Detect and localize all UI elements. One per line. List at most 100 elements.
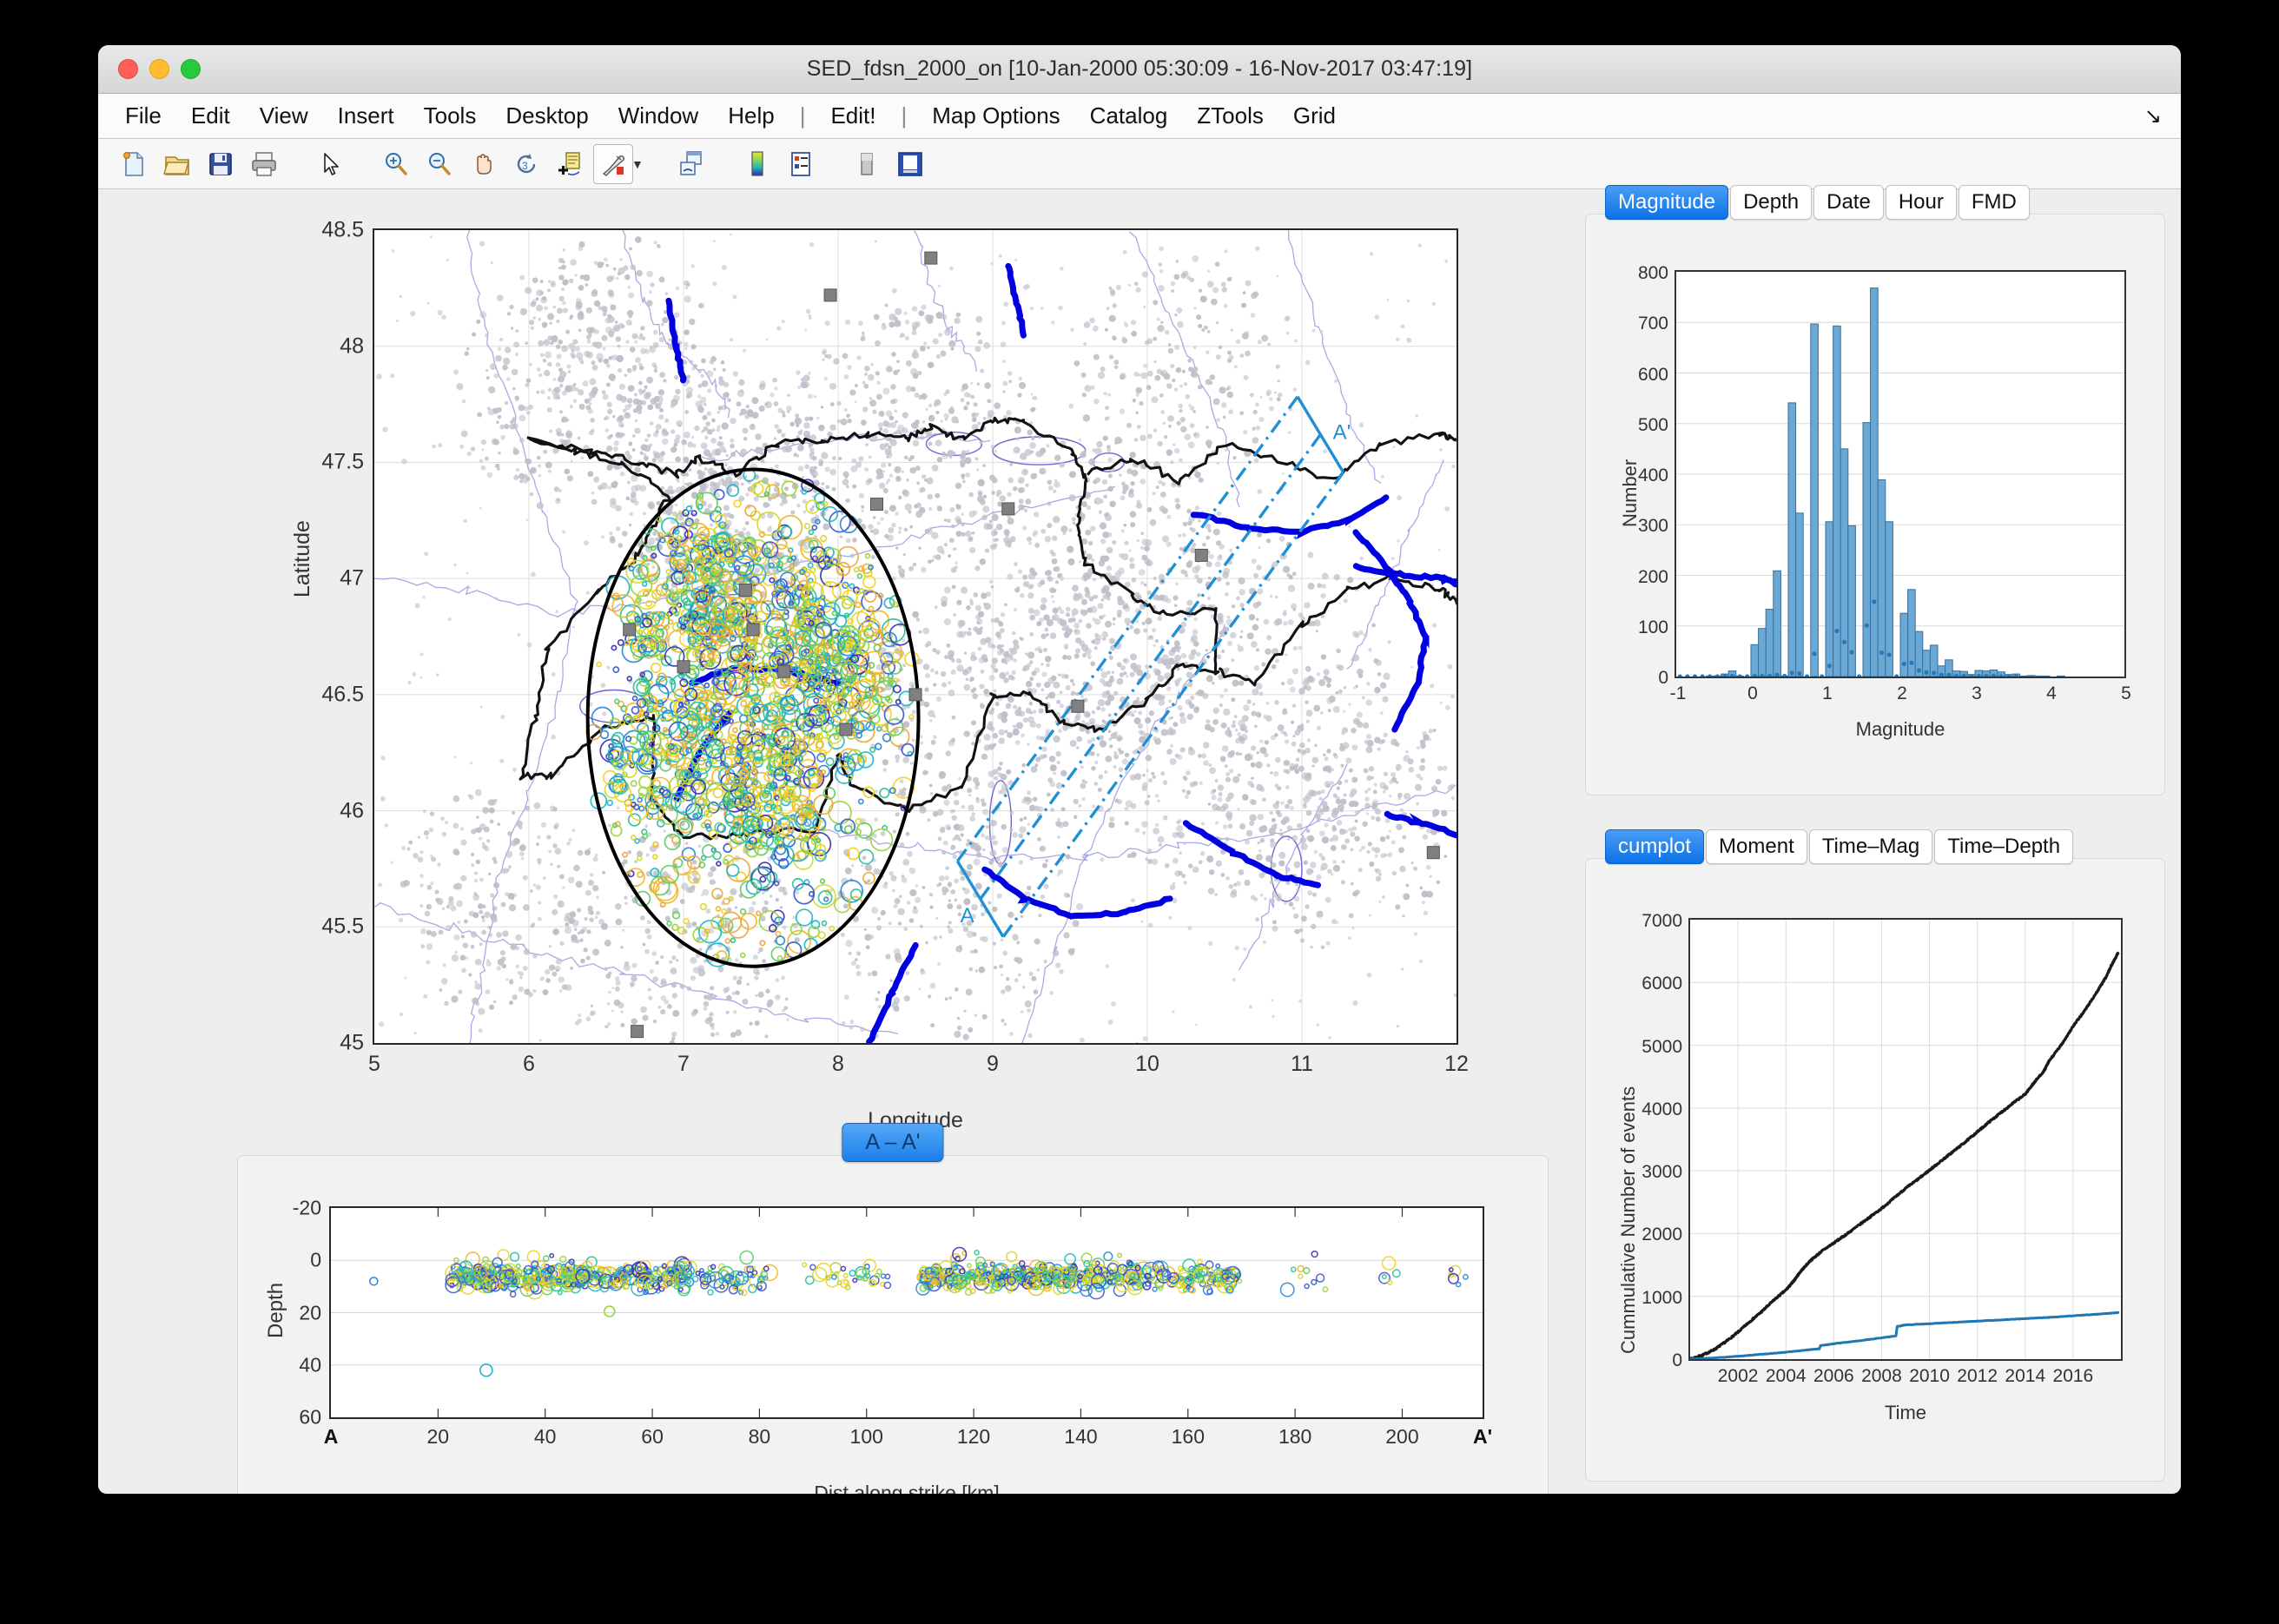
map-axes[interactable]: 48.5 48 47.5 47 46.5 46 45.5 45 5 6 7 8 …	[373, 228, 1458, 1045]
tab-date[interactable]: Date	[1813, 185, 1884, 220]
tab-hour[interactable]: Hour	[1886, 185, 1957, 220]
histogram-bars	[1706, 288, 2064, 677]
histogram-x-axis-label: Magnitude	[1675, 718, 2126, 741]
xsec-xtick-120: 120	[957, 1425, 990, 1449]
pointer-arrow-icon[interactable]	[310, 144, 350, 184]
map-xtick-9: 9	[987, 1052, 999, 1077]
map-ytick-47: 47	[340, 566, 364, 591]
xsec-xtick-aprime: A'	[1473, 1425, 1492, 1449]
cross-section-y-axis-label: Depth	[264, 1283, 288, 1338]
hide-plot-tools-icon[interactable]	[847, 144, 887, 184]
print-figure-icon[interactable]	[244, 144, 284, 184]
menu-map-options[interactable]: Map Options	[917, 101, 1074, 131]
tab-time-mag[interactable]: Time–Mag	[1809, 829, 1932, 864]
histogram-xtick-1: 1	[1822, 683, 1833, 704]
tab-magnitude[interactable]: Magnitude	[1605, 185, 1728, 220]
tab-cumplot[interactable]: cumplot	[1605, 829, 1704, 864]
histogram-tab-row: Magnitude Depth Date Hour FMD	[1605, 185, 2030, 220]
tab-fmd[interactable]: FMD	[1959, 185, 2030, 220]
histogram-xtick-2: 2	[1897, 683, 1907, 704]
magnitude-histogram-axes[interactable]: 0100200300400500600700800 -1012345	[1675, 270, 2126, 678]
menu-help[interactable]: Help	[713, 101, 789, 131]
cumulative-ytick-6000: 6000	[1642, 974, 1682, 994]
cumulative-xtick-2016: 2016	[2053, 1366, 2094, 1387]
rotate-3d-icon[interactable]: 3	[506, 144, 546, 184]
map-ytick-46-5: 46.5	[321, 682, 364, 707]
zoom-out-icon[interactable]	[419, 144, 459, 184]
application-window: SED_fdsn_2000_on [10-Jan-2000 05:30:09 -…	[98, 45, 2181, 1494]
brush-dropdown-caret-icon[interactable]: ▼	[631, 157, 644, 171]
menu-window[interactable]: Window	[604, 101, 713, 131]
cumulative-ytick-3000: 3000	[1642, 1162, 1682, 1183]
xsec-xtick-160: 160	[1172, 1425, 1205, 1449]
map-ytick-45: 45	[340, 1031, 364, 1056]
svg-text:3: 3	[522, 160, 528, 172]
menu-view[interactable]: View	[245, 101, 323, 131]
histogram-panel: Magnitude Depth Date Hour FMD Number Mag…	[1585, 214, 2165, 795]
xsec-ytick-60: 60	[299, 1406, 321, 1429]
histogram-xtick-3: 3	[1972, 683, 1982, 704]
data-cursor-icon[interactable]	[550, 144, 590, 184]
xsec-xtick-200: 200	[1385, 1425, 1418, 1449]
map-ytick-48: 48	[340, 333, 364, 359]
cross-section-axes[interactable]: -20 0 20 40 60 A 20 40 60 80 100 120 140…	[329, 1206, 1484, 1419]
cumulative-ytick-1000: 1000	[1642, 1288, 1682, 1309]
country-borders-layer	[520, 418, 1457, 839]
histogram-ytick-800: 800	[1638, 263, 1668, 284]
map-ytick-45-5: 45.5	[321, 914, 364, 940]
cumulative-panel: cumplot Moment Time–Mag Time–Depth Cummu…	[1585, 858, 2165, 1482]
menu-tools[interactable]: Tools	[409, 101, 492, 131]
brush-data-icon[interactable]	[593, 144, 633, 184]
menu-file[interactable]: File	[110, 101, 176, 131]
insert-legend-icon[interactable]	[781, 144, 821, 184]
menu-catalog[interactable]: Catalog	[1075, 101, 1183, 131]
tab-moment[interactable]: Moment	[1706, 829, 1807, 864]
menu-desktop[interactable]: Desktop	[491, 101, 603, 131]
colorbar-icon[interactable]	[737, 144, 777, 184]
histogram-ytick-500: 500	[1638, 415, 1668, 436]
menu-grid[interactable]: Grid	[1278, 101, 1351, 131]
cross-section-panel: A – A' Depth Dist along strike [km] -20 …	[237, 1155, 1549, 1494]
tab-time-depth[interactable]: Time–Depth	[1934, 829, 2073, 864]
tab-depth[interactable]: Depth	[1730, 185, 1812, 220]
menu-overflow-arrow-icon[interactable]: ↘	[2144, 103, 2162, 129]
show-plot-tools-icon[interactable]	[890, 144, 930, 184]
pan-hand-icon[interactable]	[463, 144, 503, 184]
xsec-ytick-0: 0	[310, 1249, 321, 1272]
cumulative-ytick-4000: 4000	[1642, 1099, 1682, 1120]
xsec-xtick-80: 80	[749, 1425, 771, 1449]
histogram-ytick-700: 700	[1638, 314, 1668, 334]
cumulative-gridlines	[1690, 920, 2121, 1359]
map-panel: Latitude Longitude 48.5 48 47.5 47 46.5 …	[112, 198, 1554, 1145]
open-file-icon[interactable]	[157, 144, 197, 184]
tab-cross-section-a-aprime[interactable]: A – A'	[842, 1123, 943, 1162]
cross-section-event-markers	[370, 1248, 1468, 1376]
map-ytick-47-5: 47.5	[321, 450, 364, 475]
save-figure-icon[interactable]	[201, 144, 241, 184]
link-plot-icon[interactable]	[671, 144, 711, 184]
histogram-xtick-5: 5	[2121, 683, 2131, 704]
menu-insert[interactable]: Insert	[323, 101, 409, 131]
histogram-xtick-0: 0	[1747, 683, 1758, 704]
cumulative-xtick-2006: 2006	[1813, 1366, 1854, 1387]
cumulative-plot-axes[interactable]: 01000200030004000500060007000 2002200420…	[1688, 918, 2123, 1361]
map-ytick-48-5: 48.5	[321, 218, 364, 243]
cumulative-xtick-2008: 2008	[1861, 1366, 1902, 1387]
new-figure-icon[interactable]	[114, 144, 154, 184]
map-xtick-8: 8	[832, 1052, 844, 1077]
cumulative-y-axis-label: Cummulative Number of events	[1617, 1086, 1640, 1354]
menu-edit-bang[interactable]: Edit!	[816, 101, 890, 131]
menu-bar: File Edit View Insert Tools Desktop Wind…	[98, 94, 2181, 139]
histogram-ytick-0: 0	[1658, 668, 1668, 689]
zoom-in-icon[interactable]	[376, 144, 416, 184]
menu-edit[interactable]: Edit	[176, 101, 245, 131]
map-cross-section-label-a: A	[961, 904, 974, 928]
cross-section-gridlines	[331, 1208, 1483, 1417]
histogram-ytick-200: 200	[1638, 567, 1668, 588]
map-canvas[interactable]: A A'	[374, 230, 1457, 1043]
cumulative-ytick-2000: 2000	[1642, 1225, 1682, 1245]
title-bar: SED_fdsn_2000_on [10-Jan-2000 05:30:09 -…	[98, 45, 2181, 94]
cross-section-canvas[interactable]	[331, 1208, 1483, 1417]
menu-ztools[interactable]: ZTools	[1182, 101, 1278, 131]
map-xtick-5: 5	[368, 1052, 380, 1077]
